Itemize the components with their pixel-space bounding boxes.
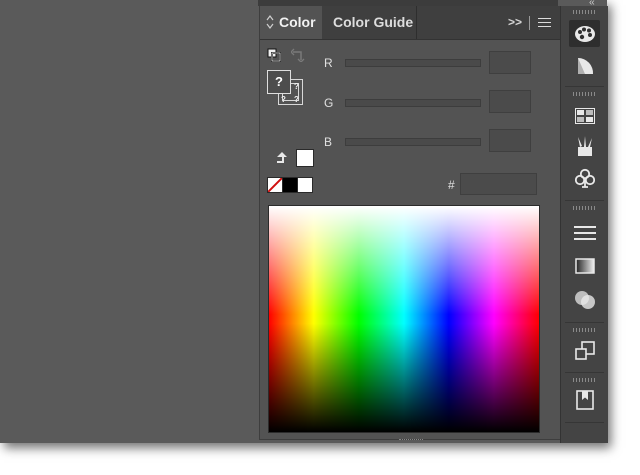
none-slash-icon: [268, 178, 282, 192]
channel-g-label: G: [324, 96, 334, 110]
panel-resize-handle[interactable]: [399, 439, 423, 443]
panel-dock: [560, 6, 608, 443]
dock-grip[interactable]: [573, 328, 595, 332]
last-color-swatch[interactable]: [296, 149, 314, 167]
stroke-icon[interactable]: [569, 219, 600, 246]
swatches-icon[interactable]: [569, 102, 600, 129]
tab-color-guide[interactable]: Color Guide: [324, 6, 417, 39]
fill-unknown-mark: ?: [275, 74, 283, 89]
dock-divider: [565, 422, 604, 423]
sort-arrows-icon[interactable]: [266, 15, 274, 29]
dock-grip[interactable]: [573, 206, 595, 210]
brushes-icon[interactable]: [569, 132, 600, 159]
color-guide-icon[interactable]: [569, 52, 600, 79]
dock-divider: [565, 200, 604, 201]
symbols-icon[interactable]: [569, 164, 600, 191]
value-r[interactable]: [489, 51, 531, 74]
value-g[interactable]: [489, 90, 531, 113]
panel-tab-bar: Color Color Guide >>: [260, 6, 560, 40]
hex-label: #: [448, 178, 455, 192]
panel-menu-icon[interactable]: [538, 18, 551, 28]
dock-grip[interactable]: [573, 378, 595, 382]
color-palette-icon[interactable]: [569, 20, 600, 47]
canvas-area[interactable]: [0, 0, 258, 443]
channel-r-label: R: [324, 56, 333, 70]
tab-color-guide-label: Color Guide: [333, 14, 414, 30]
slider-b[interactable]: [345, 138, 481, 146]
dock-divider: [565, 322, 604, 323]
default-fill-stroke-icon[interactable]: [267, 48, 281, 62]
slider-g[interactable]: [345, 99, 481, 107]
collapse-dock-icon[interactable]: ‹‹: [589, 0, 595, 8]
tab-color[interactable]: Color: [260, 6, 322, 39]
color-panel: Color Color Guide >> ? ? ? ? R G B #: [259, 6, 560, 440]
none-swatch[interactable]: [267, 177, 283, 193]
white-swatch[interactable]: [297, 177, 313, 193]
gradient-icon[interactable]: [569, 252, 600, 279]
app-window: Color Color Guide >> ? ? ? ? R G B # ‹‹: [0, 0, 608, 443]
artboards-icon[interactable]: [569, 337, 600, 364]
dock-grip[interactable]: [573, 92, 595, 96]
dock-divider: [565, 372, 604, 373]
out-of-gamut-icon[interactable]: [276, 151, 288, 165]
value-b[interactable]: [489, 129, 531, 152]
color-spectrum[interactable]: [268, 205, 540, 433]
tab-divider: [529, 16, 530, 30]
stroke-unknown-mark: ?: [281, 95, 286, 104]
dock-grip[interactable]: [573, 10, 595, 14]
black-swatch[interactable]: [282, 177, 298, 193]
stroke-unknown-mark-2: ?: [294, 82, 299, 91]
swap-fill-stroke-icon[interactable]: [291, 48, 305, 62]
transparency-icon[interactable]: [569, 286, 600, 313]
channel-b-label: B: [324, 135, 333, 149]
stroke-unknown-mark-3: ?: [294, 95, 299, 104]
expand-panel-icon[interactable]: >>: [508, 6, 522, 39]
hex-input[interactable]: [460, 173, 537, 195]
tab-color-label: Color: [279, 14, 316, 30]
layers-icon[interactable]: [569, 386, 600, 413]
dock-divider: [565, 86, 604, 87]
fill-swatch[interactable]: ?: [267, 70, 291, 94]
slider-r[interactable]: [345, 59, 481, 67]
